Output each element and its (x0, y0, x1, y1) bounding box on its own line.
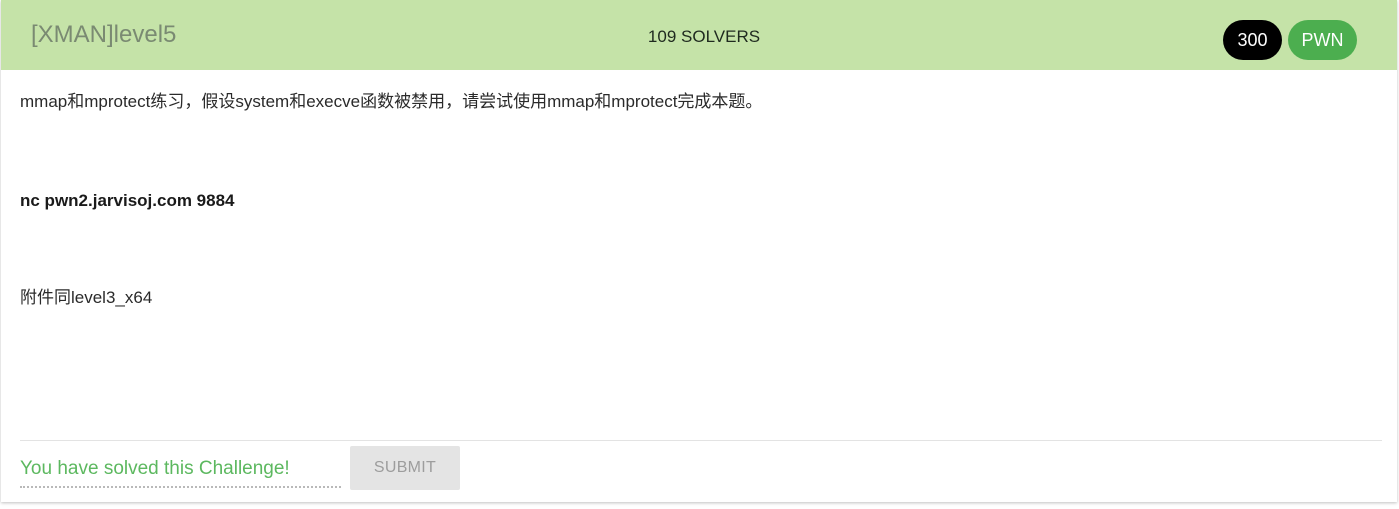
description-text: mmap和mprotect练习，假设system和execve函数被禁用，请尝试… (20, 92, 763, 111)
attachment-note: 附件同level3_x64 (20, 288, 153, 307)
category-badge: PWN (1288, 20, 1357, 60)
divider (20, 440, 1382, 441)
points-badge: 300 (1223, 20, 1282, 60)
challenge-header: [XMAN]level5 109 SOLVERS 300 PWN (1, 0, 1397, 70)
challenge-card: [XMAN]level5 109 SOLVERS 300 PWN mmap和mp… (1, 0, 1397, 502)
connection-command: nc pwn2.jarvisoj.com 9884 (20, 191, 235, 210)
flag-input[interactable] (20, 452, 341, 488)
submit-button[interactable]: SUBMIT (350, 446, 460, 490)
solvers-count[interactable]: 109 SOLVERS (1, 27, 1399, 47)
